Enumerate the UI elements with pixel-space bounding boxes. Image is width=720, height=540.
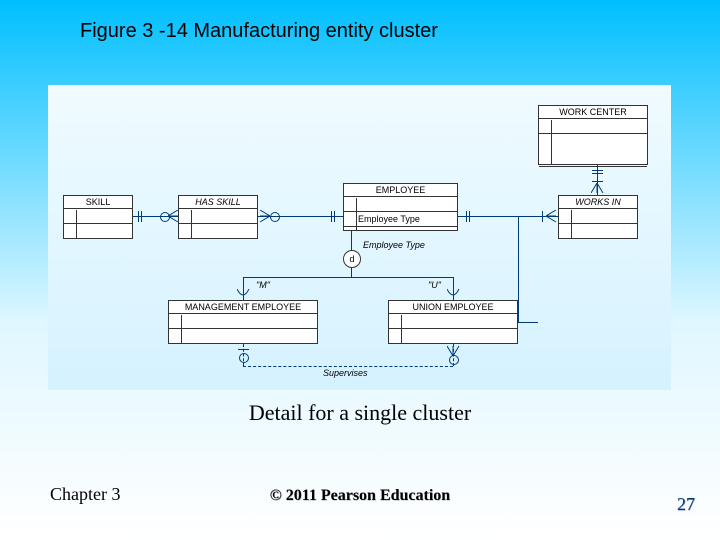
cardinality-bar <box>238 349 249 350</box>
entity-vdiv <box>571 210 572 238</box>
figure-subtitle: Detail for a single cluster <box>0 400 720 426</box>
cardinality-bar <box>592 181 603 182</box>
er-diagram: WORK CENTER SKILL HAS SKILL EMPLOYEE Emp… <box>48 85 671 390</box>
cardinality-bar <box>466 211 467 222</box>
relationship-label: Supervises <box>323 368 368 378</box>
crowfoot-icon <box>546 210 558 223</box>
figure-title: Figure 3 -14 Manufacturing entity cluste… <box>80 20 438 43</box>
entity-header: HAS SKILL <box>179 196 257 209</box>
entity-union-employee: UNION EMPLOYEE <box>388 300 518 344</box>
subtype-u-icon <box>237 289 250 300</box>
cardinality-bar <box>334 211 335 222</box>
entity-section <box>64 224 132 239</box>
cardinality-ring <box>270 212 280 222</box>
entity-work-center: WORK CENTER <box>538 105 648 165</box>
crowfoot-icon <box>591 183 604 195</box>
slide: Figure 3 -14 Manufacturing entity cluste… <box>0 0 720 540</box>
entity-vdiv <box>356 198 357 230</box>
subtype-u-icon <box>447 289 460 300</box>
entity-section <box>169 329 317 344</box>
subtype-label-u: "U" <box>428 280 441 290</box>
crowfoot-icon <box>447 344 460 356</box>
connector <box>458 216 558 217</box>
cardinality-bar <box>592 170 603 171</box>
entity-vdiv <box>191 210 192 238</box>
entity-vdiv <box>76 210 77 238</box>
entity-attr: Employee Type <box>344 212 457 227</box>
entity-section <box>539 134 647 167</box>
connector <box>351 231 352 251</box>
entity-section <box>539 119 647 134</box>
entity-section <box>389 329 517 344</box>
entity-section <box>389 314 517 329</box>
entity-skill: SKILL <box>63 195 133 239</box>
entity-works-in: WORKS IN <box>558 195 638 239</box>
discriminator-label: Employee Type <box>363 240 425 250</box>
entity-vdiv <box>401 315 402 343</box>
cardinality-bar <box>469 211 470 222</box>
copyright-text: © 2011 Pearson Education <box>0 487 720 505</box>
cardinality-bar <box>331 211 332 222</box>
entity-employee: EMPLOYEE Employee Type <box>343 183 458 231</box>
subtype-label-m: "M" <box>256 280 270 290</box>
entity-header: WORKS IN <box>559 196 637 209</box>
entity-section <box>344 197 457 212</box>
connector <box>518 216 519 322</box>
entity-vdiv <box>181 315 182 343</box>
entity-header: UNION EMPLOYEE <box>389 301 517 314</box>
connector <box>243 277 453 278</box>
entity-header: SKILL <box>64 196 132 209</box>
entity-header: EMPLOYEE <box>344 184 457 197</box>
entity-management-employee: MANAGEMENT EMPLOYEE <box>168 300 318 344</box>
entity-vdiv <box>551 120 552 164</box>
entity-header: MANAGEMENT EMPLOYEE <box>169 301 317 314</box>
connector-dashed <box>243 366 453 367</box>
page-number: 27 <box>677 494 695 515</box>
crowfoot-icon <box>258 210 270 223</box>
entity-section <box>64 209 132 224</box>
entity-header: WORK CENTER <box>539 106 647 119</box>
cardinality-bar <box>542 211 543 222</box>
cardinality-ring <box>449 355 459 365</box>
disjoint-symbol: d <box>343 250 361 268</box>
cardinality-bar <box>141 211 142 222</box>
cardinality-bar <box>592 173 603 174</box>
entity-section <box>169 314 317 329</box>
connector <box>518 322 538 323</box>
entity-has-skill: HAS SKILL <box>178 195 258 239</box>
connector <box>351 267 352 277</box>
cardinality-ring <box>239 353 249 363</box>
crowfoot-icon <box>168 210 180 223</box>
cardinality-bar <box>138 211 139 222</box>
